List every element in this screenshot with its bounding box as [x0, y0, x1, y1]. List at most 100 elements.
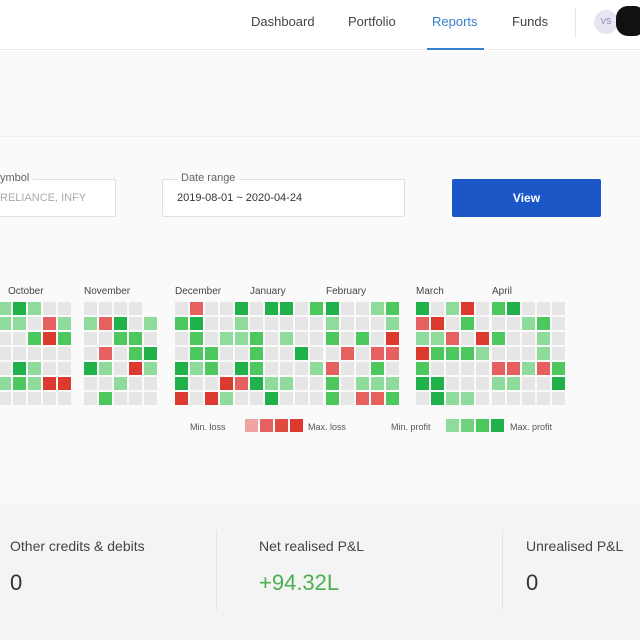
heatmap-cell[interactable]: [43, 392, 56, 405]
heatmap-cell[interactable]: [129, 347, 142, 360]
heatmap-cell[interactable]: [326, 362, 339, 375]
heatmap-cell[interactable]: [280, 392, 293, 405]
heatmap-cell[interactable]: [310, 377, 323, 390]
heatmap-cell[interactable]: [310, 362, 323, 375]
heatmap-cell[interactable]: [522, 317, 535, 330]
heatmap-cell[interactable]: [280, 377, 293, 390]
heatmap-cell[interactable]: [129, 362, 142, 375]
heatmap-cell[interactable]: [13, 302, 26, 315]
heatmap-cell[interactable]: [13, 347, 26, 360]
heatmap-cell[interactable]: [507, 392, 520, 405]
heatmap-cell[interactable]: [0, 377, 11, 390]
heatmap-cell[interactable]: [144, 362, 157, 375]
heatmap-cell[interactable]: [265, 332, 278, 345]
heatmap-cell[interactable]: [371, 332, 384, 345]
heatmap-cell[interactable]: [416, 362, 429, 375]
heatmap-cell[interactable]: [99, 392, 112, 405]
heatmap-cell[interactable]: [175, 332, 188, 345]
heatmap-cell[interactable]: [476, 347, 489, 360]
heatmap-cell[interactable]: [537, 377, 550, 390]
heatmap-cell[interactable]: [0, 332, 11, 345]
heatmap-cell[interactable]: [114, 392, 127, 405]
heatmap-cell[interactable]: [416, 317, 429, 330]
heatmap-cell[interactable]: [129, 332, 142, 345]
heatmap-cell[interactable]: [58, 317, 71, 330]
heatmap-cell[interactable]: [265, 347, 278, 360]
heatmap-cell[interactable]: [99, 302, 112, 315]
heatmap-cell[interactable]: [492, 347, 505, 360]
heatmap-cell[interactable]: [310, 317, 323, 330]
heatmap-cell[interactable]: [431, 347, 444, 360]
heatmap-cell[interactable]: [461, 392, 474, 405]
heatmap-cell[interactable]: [522, 392, 535, 405]
user-menu[interactable]: [616, 6, 640, 36]
heatmap-cell[interactable]: [114, 362, 127, 375]
heatmap-cell[interactable]: [326, 317, 339, 330]
heatmap-cell[interactable]: [175, 347, 188, 360]
heatmap-cell[interactable]: [58, 302, 71, 315]
heatmap-cell[interactable]: [461, 377, 474, 390]
heatmap-cell[interactable]: [190, 347, 203, 360]
heatmap-cell[interactable]: [552, 362, 565, 375]
heatmap-cell[interactable]: [446, 392, 459, 405]
heatmap-cell[interactable]: [99, 317, 112, 330]
heatmap-cell[interactable]: [492, 317, 505, 330]
heatmap-cell[interactable]: [446, 317, 459, 330]
nav-reports[interactable]: Reports: [432, 14, 478, 29]
heatmap-cell[interactable]: [295, 377, 308, 390]
heatmap-cell[interactable]: [537, 332, 550, 345]
heatmap-cell[interactable]: [326, 347, 339, 360]
heatmap-cell[interactable]: [416, 347, 429, 360]
heatmap-cell[interactable]: [43, 302, 56, 315]
heatmap-cell[interactable]: [371, 302, 384, 315]
symbol-input[interactable]: RELIANCE, INFY: [0, 192, 86, 204]
heatmap-cell[interactable]: [220, 347, 233, 360]
heatmap-cell[interactable]: [28, 347, 41, 360]
heatmap-cell[interactable]: [175, 377, 188, 390]
heatmap-cell[interactable]: [431, 392, 444, 405]
heatmap-cell[interactable]: [58, 392, 71, 405]
heatmap-cell[interactable]: [190, 317, 203, 330]
heatmap-cell[interactable]: [446, 377, 459, 390]
nav-funds[interactable]: Funds: [512, 14, 548, 29]
heatmap-cell[interactable]: [310, 392, 323, 405]
heatmap-cell[interactable]: [99, 347, 112, 360]
heatmap-cell[interactable]: [265, 377, 278, 390]
heatmap-cell[interactable]: [0, 392, 11, 405]
heatmap-cell[interactable]: [492, 377, 505, 390]
heatmap-cell[interactable]: [280, 302, 293, 315]
heatmap-cell[interactable]: [537, 362, 550, 375]
heatmap-cell[interactable]: [476, 377, 489, 390]
heatmap-cell[interactable]: [114, 317, 127, 330]
heatmap-cell[interactable]: [371, 377, 384, 390]
heatmap-cell[interactable]: [43, 347, 56, 360]
heatmap-cell[interactable]: [0, 317, 11, 330]
heatmap-cell[interactable]: [84, 332, 97, 345]
heatmap-cell[interactable]: [552, 377, 565, 390]
heatmap-cell[interactable]: [371, 317, 384, 330]
heatmap-cell[interactable]: [386, 317, 399, 330]
heatmap-cell[interactable]: [416, 332, 429, 345]
heatmap-cell[interactable]: [265, 362, 278, 375]
heatmap-cell[interactable]: [431, 332, 444, 345]
heatmap-cell[interactable]: [537, 302, 550, 315]
heatmap-cell[interactable]: [552, 392, 565, 405]
heatmap-cell[interactable]: [220, 302, 233, 315]
heatmap-cell[interactable]: [28, 317, 41, 330]
view-button[interactable]: View: [452, 179, 601, 217]
heatmap-cell[interactable]: [84, 317, 97, 330]
heatmap-cell[interactable]: [43, 362, 56, 375]
heatmap-cell[interactable]: [507, 302, 520, 315]
heatmap-cell[interactable]: [13, 377, 26, 390]
heatmap-cell[interactable]: [310, 347, 323, 360]
heatmap-cell[interactable]: [190, 302, 203, 315]
heatmap-cell[interactable]: [446, 332, 459, 345]
heatmap-cell[interactable]: [461, 302, 474, 315]
heatmap-cell[interactable]: [250, 332, 263, 345]
heatmap-cell[interactable]: [43, 317, 56, 330]
heatmap-cell[interactable]: [537, 392, 550, 405]
heatmap-cell[interactable]: [295, 317, 308, 330]
heatmap-cell[interactable]: [129, 302, 142, 315]
heatmap-cell[interactable]: [129, 317, 142, 330]
heatmap-cell[interactable]: [552, 347, 565, 360]
